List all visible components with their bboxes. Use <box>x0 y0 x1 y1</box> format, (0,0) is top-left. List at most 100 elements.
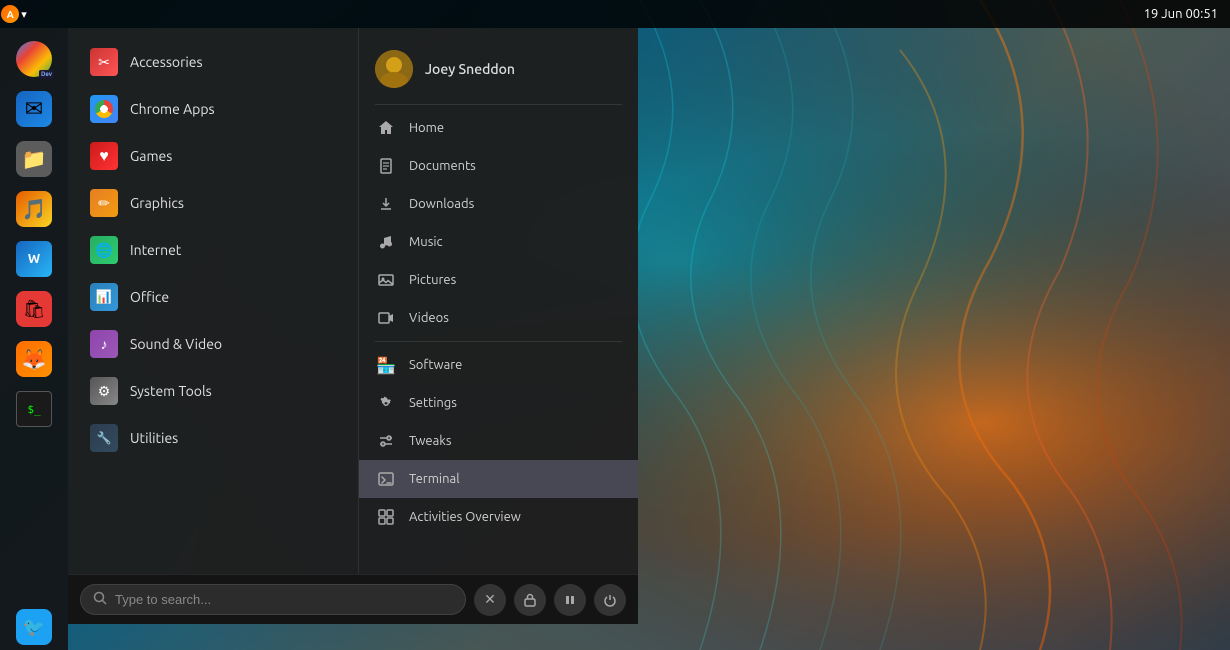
arch-logo-icon: A <box>1 5 19 23</box>
suspend-button[interactable] <box>554 584 586 616</box>
place-videos[interactable]: Videos <box>359 299 638 337</box>
action-terminal[interactable]: Terminal <box>359 460 638 498</box>
place-documents-label: Documents <box>409 159 476 173</box>
place-downloads-label: Downloads <box>409 197 474 211</box>
places-actions-divider <box>375 341 622 342</box>
dock-item-software[interactable]: 🛍 <box>11 286 57 332</box>
action-activities-label: Activities Overview <box>409 510 521 524</box>
action-tweaks-label: Tweaks <box>409 434 451 448</box>
power-icon <box>603 593 617 607</box>
category-internet-label: Internet <box>130 242 181 258</box>
category-utilities-label: Utilities <box>130 430 178 446</box>
datetime-display: 19 Jun 00:51 <box>1144 7 1218 21</box>
search-bar: ✕ <box>68 574 638 624</box>
software-icon: 🏪 <box>375 354 397 376</box>
chrome-dev-icon <box>16 41 52 77</box>
power-button[interactable] <box>594 584 626 616</box>
action-activities[interactable]: Activities Overview <box>359 498 638 536</box>
software-store-icon: 🛍 <box>16 291 52 327</box>
app-menu-window: ✂ Accessories Chrome Apps ♥ Games ✏ Grap… <box>68 28 638 624</box>
place-home-label: Home <box>409 121 444 135</box>
place-downloads[interactable]: Downloads <box>359 185 638 223</box>
top-panel: A ▾ 19 Jun 00:51 <box>0 0 1230 28</box>
category-utilities[interactable]: 🔧 Utilities <box>74 415 352 461</box>
user-section[interactable]: Joey Sneddon <box>359 38 638 100</box>
dock-item-terminal[interactable]: $_ <box>11 386 57 432</box>
files-icon: 📁 <box>16 141 52 177</box>
place-home[interactable]: Home <box>359 109 638 147</box>
dock-item-chrome-dev[interactable] <box>11 36 57 82</box>
action-software[interactable]: 🏪 Software <box>359 346 638 384</box>
category-games[interactable]: ♥ Games <box>74 133 352 179</box>
categories-panel: ✂ Accessories Chrome Apps ♥ Games ✏ Grap… <box>68 28 358 574</box>
lock-button[interactable] <box>514 584 546 616</box>
arch-menu-button[interactable]: A ▾ <box>0 0 28 28</box>
category-chrome-apps-label: Chrome Apps <box>130 101 215 117</box>
dock: ✉ 📁 🎵 W 🛍 🦊 $_ 🐦 <box>0 28 68 650</box>
dock-item-writer[interactable]: W <box>11 236 57 282</box>
documents-icon <box>375 155 397 177</box>
sound-video-icon: ♪ <box>90 330 118 358</box>
dock-item-thunderbird[interactable]: ✉ <box>11 86 57 132</box>
utilities-icon: 🔧 <box>90 424 118 452</box>
category-accessories-label: Accessories <box>130 54 203 70</box>
places-panel: Joey Sneddon Home <box>358 28 638 574</box>
clear-button[interactable]: ✕ <box>474 584 506 616</box>
terminal-icon: $_ <box>16 391 52 427</box>
action-tweaks[interactable]: Tweaks <box>359 422 638 460</box>
accessories-icon: ✂ <box>90 48 118 76</box>
search-input-wrapper[interactable] <box>80 584 466 615</box>
category-office[interactable]: 📊 Office <box>74 274 352 320</box>
place-videos-label: Videos <box>409 311 449 325</box>
chrome-apps-icon <box>90 95 118 123</box>
category-accessories[interactable]: ✂ Accessories <box>74 39 352 85</box>
category-office-label: Office <box>130 289 169 305</box>
place-documents[interactable]: Documents <box>359 147 638 185</box>
home-icon <box>375 117 397 139</box>
action-terminal-label: Terminal <box>409 472 460 486</box>
place-pictures-label: Pictures <box>409 273 456 287</box>
category-games-label: Games <box>130 148 172 164</box>
writer-icon: W <box>16 241 52 277</box>
category-graphics-label: Graphics <box>130 195 184 211</box>
system-tools-icon: ⚙ <box>90 377 118 405</box>
search-icon <box>93 591 107 608</box>
category-sound-video-label: Sound & Video <box>130 336 222 352</box>
lock-icon <box>523 593 537 607</box>
clear-icon: ✕ <box>484 591 496 608</box>
downloads-icon <box>375 193 397 215</box>
dock-item-rhythmbox[interactable]: 🎵 <box>11 186 57 232</box>
place-pictures[interactable]: Pictures <box>359 261 638 299</box>
dock-item-firefox[interactable]: 🦊 <box>11 336 57 382</box>
dock-item-files[interactable]: 📁 <box>11 136 57 182</box>
tweaks-icon <box>375 430 397 452</box>
action-settings-label: Settings <box>409 396 457 410</box>
action-software-label: Software <box>409 358 462 372</box>
terminal-place-icon <box>375 468 397 490</box>
category-sound-video[interactable]: ♪ Sound & Video <box>74 321 352 367</box>
category-chrome-apps[interactable]: Chrome Apps <box>74 86 352 132</box>
category-system-tools-label: System Tools <box>130 383 212 399</box>
category-system-tools[interactable]: ⚙ System Tools <box>74 368 352 414</box>
search-input[interactable] <box>115 592 453 607</box>
category-internet[interactable]: 🌐 Internet <box>74 227 352 273</box>
category-graphics[interactable]: ✏ Graphics <box>74 180 352 226</box>
activities-icon <box>375 506 397 528</box>
suspend-icon <box>563 593 577 607</box>
games-icon: ♥ <box>90 142 118 170</box>
action-settings[interactable]: Settings <box>359 384 638 422</box>
user-name-label: Joey Sneddon <box>425 61 515 77</box>
menu-content: ✂ Accessories Chrome Apps ♥ Games ✏ Grap… <box>68 28 638 574</box>
top-panel-left: A ▾ <box>0 0 28 28</box>
dock-item-twitter[interactable]: 🐦 <box>11 604 57 650</box>
pictures-icon <box>375 269 397 291</box>
firefox-icon: 🦊 <box>16 341 52 377</box>
internet-icon: 🌐 <box>90 236 118 264</box>
user-divider <box>375 104 622 105</box>
twitter-icon: 🐦 <box>16 609 52 645</box>
thunderbird-icon: ✉ <box>16 91 52 127</box>
office-icon: 📊 <box>90 283 118 311</box>
videos-icon <box>375 307 397 329</box>
place-music[interactable]: Music <box>359 223 638 261</box>
arch-menu-dropdown-icon: ▾ <box>21 8 27 21</box>
